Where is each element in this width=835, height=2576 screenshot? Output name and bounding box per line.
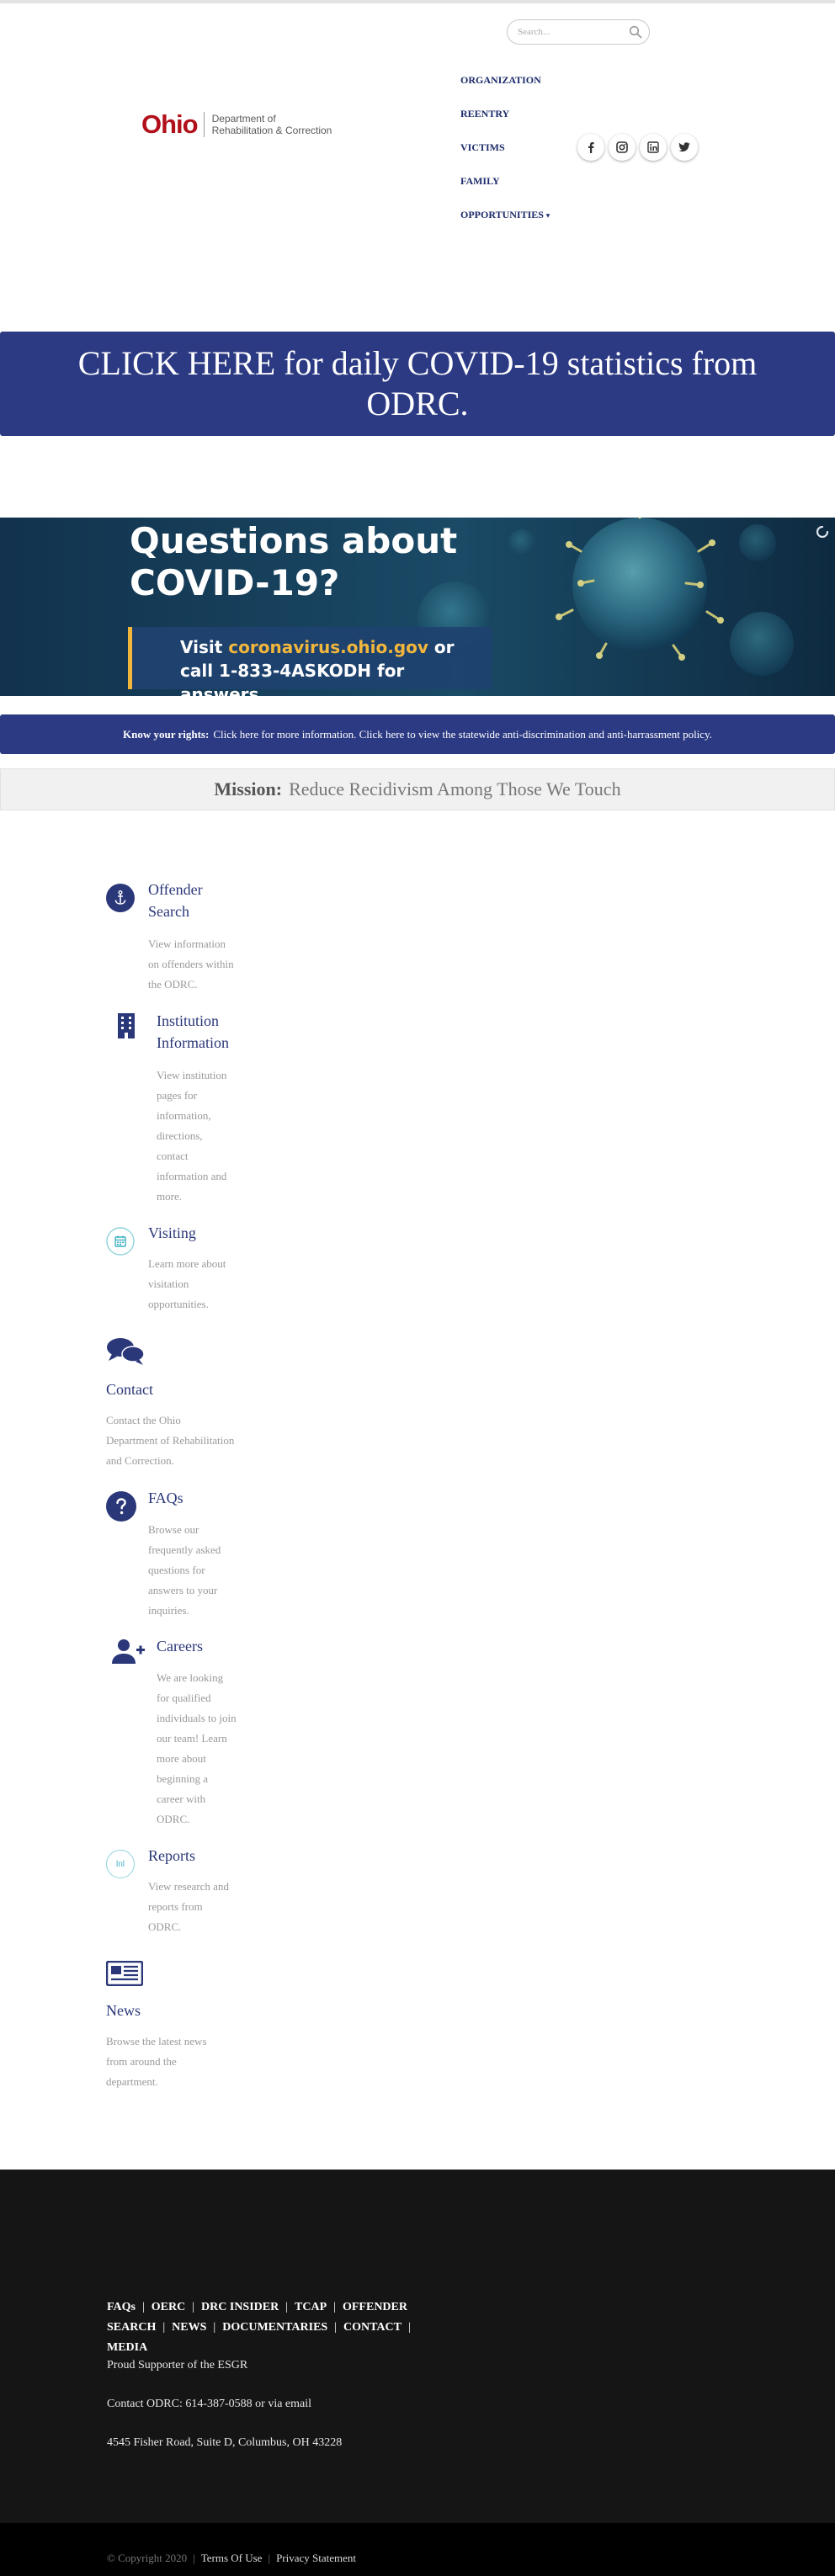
mission-bar: Mission: Reduce Recidivism Among Those W… [0, 768, 835, 810]
footer-link-contact[interactable]: CONTACT [343, 2321, 402, 2334]
linkedin-icon[interactable] [640, 134, 667, 161]
calendar-icon [106, 1227, 135, 1256]
social-links [577, 134, 698, 161]
service-description: Browse the latest news from around the d… [106, 2035, 207, 2088]
service-description: Contact the Ohio Department of Rehabilit… [106, 1414, 235, 1467]
rights-label: Know your rights: [123, 727, 210, 741]
search-box[interactable] [507, 19, 650, 45]
nav-opportunities[interactable]: OPPORTUNITIES ▾ [460, 207, 550, 241]
mission-text: Reduce Recidivism Among Those We Touch [289, 778, 621, 799]
logo-department-text: Department of Rehabilitation & Correctio… [211, 113, 332, 136]
nav-organization[interactable]: ORGANIZATION [460, 72, 550, 106]
twitter-icon[interactable] [671, 134, 698, 161]
terms-of-use-link[interactable]: Terms Of Use [201, 2552, 263, 2564]
bottom-bar-text: © Copyright 2020 | Terms Of Use | Privacy St… [107, 2552, 357, 2564]
service-description: We are looking for qualified individuals… [157, 1671, 237, 1825]
hero-title: Questions about COVID-19? [130, 520, 458, 603]
service-title[interactable]: Reports [148, 1845, 195, 1867]
logo-divider [203, 112, 205, 137]
service-title[interactable]: Offender Search [148, 879, 203, 922]
covid-statistics-banner[interactable]: CLICK HERE for daily COVID-19 statistics… [0, 332, 835, 436]
newspaper-icon [106, 1961, 143, 1986]
chat-bubbles-icon [107, 1338, 145, 1365]
hero-callout: Visit coronavirus.ohio.gov or call 1-833… [128, 627, 492, 696]
main-nav: ORGANIZATION REENTRY VICTIMS FAMILY OPPO… [460, 72, 550, 241]
service-description: View institution pages for information, … [157, 1069, 227, 1203]
copyright-text: © Copyright 2020 [107, 2552, 188, 2564]
service-title[interactable]: Careers [157, 1635, 203, 1657]
service-title[interactable]: FAQs [148, 1487, 183, 1509]
nav-reentry[interactable]: REENTRY [460, 106, 550, 140]
footer-link-faqs[interactable]: FAQs [107, 2301, 136, 2313]
footer-links: FAQs | OERC | DRC INSIDER | TCAP | OFFENDER SEAR… [107, 2301, 411, 2354]
mission-label: Mission: [214, 778, 283, 799]
instagram-icon[interactable] [609, 134, 636, 161]
nav-family[interactable]: FAMILY [460, 173, 550, 207]
footer-link-drc-insider[interactable]: DRC INSIDER [201, 2301, 279, 2313]
esgr-text: Proud Supporter of the ESGR [107, 2359, 248, 2372]
footer-link-media[interactable]: MEDIA [107, 2341, 147, 2354]
service-title[interactable]: Visiting [148, 1222, 196, 1244]
service-title[interactable]: News [106, 2000, 141, 2021]
search-input[interactable] [518, 25, 625, 39]
add-user-icon [112, 1639, 145, 1664]
covid-hero-slider[interactable]: Questions about COVID-19? Visit coronavi… [0, 518, 835, 696]
reports-icon: lnl [106, 1850, 135, 1878]
service-description: Browse our frequently asked questions fo… [148, 1523, 221, 1617]
footer-link-oerc[interactable]: OERC [152, 2301, 185, 2313]
slider-loading-icon [816, 526, 828, 538]
coronavirus-site-link[interactable]: coronavirus.ohio.gov [228, 637, 428, 657]
chevron-down-icon: ▾ [545, 211, 550, 220]
address-text: 4545 Fisher Road, Suite D, Columbus, OH … [107, 2436, 343, 2449]
contact-text[interactable]: Contact ODRC: 614-387-0588 or via email [107, 2398, 311, 2411]
facebook-icon[interactable] [577, 134, 604, 161]
service-description: View information on offenders within the… [148, 937, 234, 991]
anchor-icon [106, 884, 135, 912]
bottom-bar [0, 2523, 835, 2576]
nav-victims[interactable]: VICTIMS [460, 140, 550, 173]
service-description: View research and reports from ODRC. [148, 1880, 229, 1933]
know-your-rights-bar[interactable]: Know your rights: Click here for more in… [0, 714, 835, 754]
footer-link-tcap[interactable]: TCAP [295, 2301, 327, 2313]
service-title[interactable]: Contact [106, 1378, 153, 1400]
logo-ohio-text: Ohio [141, 109, 199, 139]
footer-link-documentaries[interactable]: DOCUMENTARIES [222, 2321, 327, 2334]
footer-link-news[interactable]: NEWS [172, 2321, 206, 2334]
service-title[interactable]: Institution Information [157, 1010, 229, 1054]
building-icon [118, 1013, 135, 1038]
top-border [0, 0, 835, 3]
privacy-statement-link[interactable]: Privacy Statement [276, 2552, 356, 2564]
odrc-logo[interactable]: Ohio Department of Rehabilitation & Corr… [141, 109, 386, 140]
search-icon[interactable] [629, 25, 642, 39]
rights-text[interactable]: Click here for more information. Click h… [213, 728, 712, 741]
nav-opportunities-label: OPPORTUNITIES [460, 209, 544, 220]
service-description: Learn more about visitation opportunitie… [148, 1257, 226, 1310]
question-mark-icon [106, 1491, 136, 1522]
